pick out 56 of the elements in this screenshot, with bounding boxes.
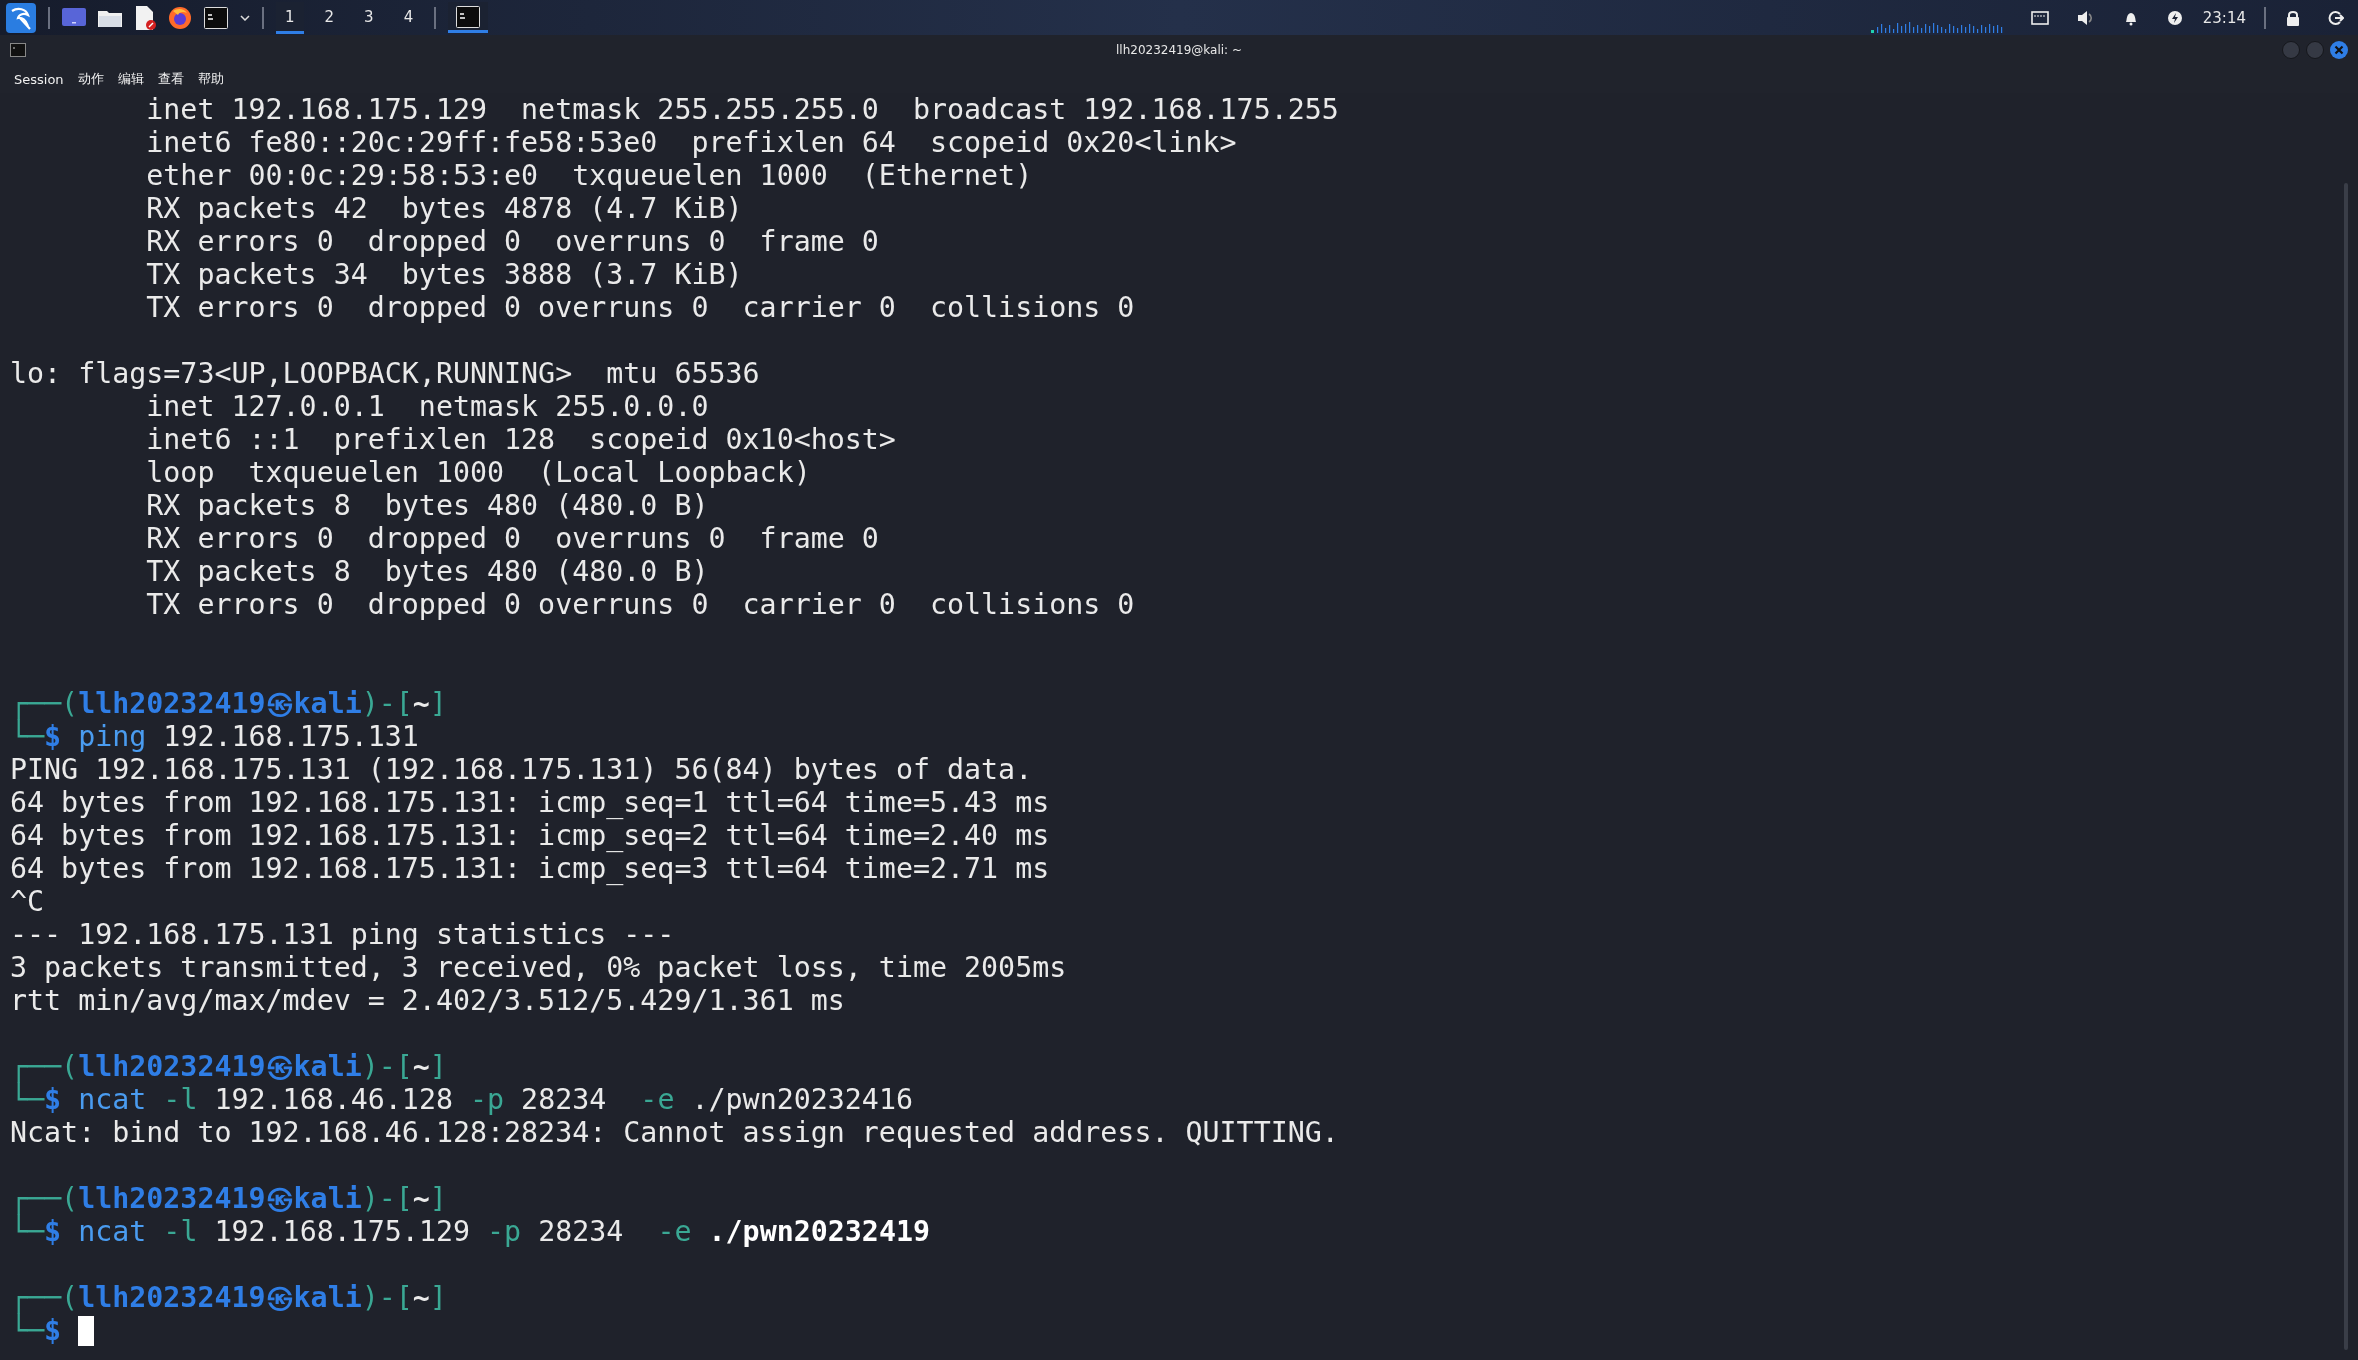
volume-icon[interactable] xyxy=(2076,9,2095,26)
kali-logo-icon[interactable] xyxy=(6,2,36,33)
output-line: 64 bytes from 192.168.175.131: icmp_seq=3 ttl=64 time=2.71 ms xyxy=(10,852,1050,885)
terminal-icon[interactable] xyxy=(204,6,228,29)
command-line: └─$ ncat -l 192.168.46.128 -p 28234 -e ./pwn20232416 xyxy=(10,1083,913,1116)
text-editor-icon[interactable] xyxy=(134,5,156,30)
prompt-line: ┌──(llh20232419㉿kali)-[~] xyxy=(10,1281,447,1314)
prompt-line: ┌──(llh20232419㉿kali)-[~] xyxy=(10,1050,447,1083)
network-icon[interactable] xyxy=(2030,10,2049,25)
caret-icon[interactable] xyxy=(240,14,250,21)
output-line: ^C xyxy=(10,885,45,918)
workspace-tab[interactable]: 3 xyxy=(355,1,383,34)
workspace-tab[interactable]: 4 xyxy=(394,1,423,34)
menu-item[interactable]: 编辑 xyxy=(117,70,144,88)
output-line: 3 packets transmitted, 3 received, 0% packet loss, time 2005ms xyxy=(10,951,1067,984)
output-line: 64 bytes from 192.168.175.131: icmp_seq=2 ttl=64 time=2.40 ms xyxy=(10,819,1050,852)
output-line: lo: flags=73<UP,LOOPBACK,RUNNING> mtu 65536 xyxy=(10,357,760,390)
output-line: inet6 ::1 prefixlen 128 scopeid 0x10<host> xyxy=(145,423,896,456)
output-line: TX packets 34 bytes 3888 (3.7 KiB) xyxy=(145,258,743,291)
menu-item[interactable]: 查看 xyxy=(157,70,184,88)
desktop-icon[interactable] xyxy=(62,7,86,28)
output-line: RX packets 8 bytes 480 (480.0 B) xyxy=(145,489,709,522)
menu-item[interactable]: 动作 xyxy=(77,70,104,88)
firefox-icon[interactable] xyxy=(168,5,192,30)
menu-item[interactable]: Session xyxy=(14,71,64,87)
command-line: └─$ ncat -l 192.168.175.129 -p 28234 -e ./pwn20232419 xyxy=(10,1215,930,1248)
power-icon[interactable] xyxy=(2166,9,2183,26)
output-line: inet 192.168.175.129 netmask 255.255.255.0 broadcast 192.168.175.255 xyxy=(145,93,1339,126)
terminal-window-button[interactable] xyxy=(448,2,489,33)
output-line: 64 bytes from 192.168.175.131: icmp_seq=1 ttl=64 time=5.43 ms xyxy=(10,786,1050,819)
output-line: ether 00:0c:29:58:53:e0 txqueuelen 1000 (Ethernet) xyxy=(145,159,1033,192)
output-line: RX errors 0 dropped 0 overruns 0 frame 0 xyxy=(145,225,879,258)
output-line: TX packets 8 bytes 480 (480.0 B) xyxy=(145,555,709,588)
output-line: inet 127.0.0.1 netmask 255.0.0.0 xyxy=(145,390,709,423)
workspace-tab[interactable]: 2 xyxy=(315,1,344,34)
prompt-line: ┌──(llh20232419㉿kali)-[~] xyxy=(10,1182,447,1215)
close-button[interactable] xyxy=(2330,41,2348,59)
command-line: └─$ ping 192.168.175.131 xyxy=(10,720,419,753)
output-line: TX errors 0 dropped 0 overruns 0 carrier 0 collisions 0 xyxy=(145,291,1135,324)
menu-item[interactable]: 帮助 xyxy=(197,70,224,88)
output-line: rtt min/avg/max/mdev = 2.402/3.512/5.429/1.361 ms xyxy=(10,984,845,1017)
output-line: PING 192.168.175.131 (192.168.175.131) 56(84) bytes of data. xyxy=(10,753,1033,786)
lock-icon[interactable] xyxy=(2286,9,2300,26)
prompt-line: ┌──(llh20232419㉿kali)-[~] xyxy=(10,687,447,720)
window-title: llh20232419@kali: ~ xyxy=(1116,43,1242,57)
output-line: RX errors 0 dropped 0 overruns 0 frame 0 xyxy=(145,522,879,555)
logout-icon[interactable] xyxy=(2328,9,2344,26)
terminal-icon xyxy=(10,43,26,57)
output-line: TX errors 0 dropped 0 overruns 0 carrier 0 collisions 0 xyxy=(145,588,1135,621)
command-line: └─$ xyxy=(10,1314,62,1347)
output-line: loop txqueuelen 1000 (Local Loopback) xyxy=(145,456,811,489)
output-line: RX packets 42 bytes 4878 (4.7 KiB) xyxy=(145,192,743,225)
clock[interactable]: 23:14 xyxy=(2202,8,2246,27)
output-line: inet6 fe80::20c:29ff:fe58:53e0 prefixlen 64 scopeid 0x20<link> xyxy=(145,126,1237,159)
output-line: --- 192.168.175.131 ping statistics --- xyxy=(10,918,675,951)
output-line: Ncat: bind to 192.168.46.128:28234: Cannot assign requested address. QUITTING. xyxy=(10,1116,1339,1149)
